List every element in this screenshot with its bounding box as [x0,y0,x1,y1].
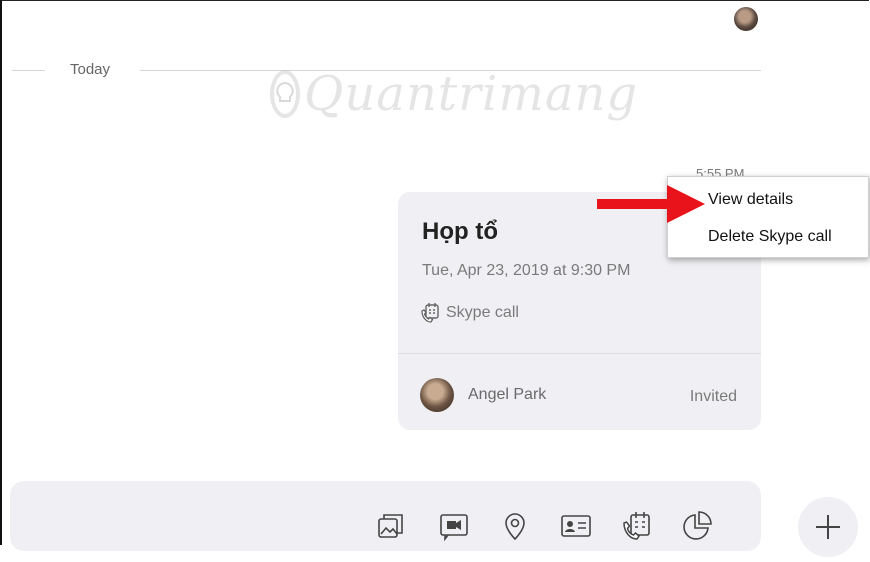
menu-item-delete-skype-call[interactable]: Delete Skype call [708,228,832,246]
contact-card-icon[interactable] [560,510,592,542]
annotation-arrow-icon [597,185,705,223]
attendee-name: Angel Park [468,386,547,403]
date-divider-label: Today [70,61,111,78]
card-divider [398,353,761,354]
location-icon[interactable] [499,510,531,542]
date-divider-line-left [12,70,45,71]
attendee-row[interactable]: Angel Park [420,378,546,412]
add-button[interactable] [798,497,858,557]
calendar-phone-icon [421,303,439,323]
lightbulb-icon [270,70,300,118]
schedule-call-icon[interactable] [621,510,653,542]
call-title: Họp tổ [422,218,498,245]
attendee-status: Invited [689,388,737,405]
user-avatar[interactable] [734,7,758,31]
watermark-logo: Quantrimang [270,58,637,130]
poll-icon[interactable] [681,510,713,542]
plus-icon [816,515,840,539]
attendee-avatar [420,378,454,412]
media-gallery-icon[interactable] [376,510,408,542]
call-type-label: Skype call [446,304,519,321]
menu-item-view-details[interactable]: View details [708,191,793,209]
call-type: Skype call [420,302,519,324]
video-message-icon[interactable] [438,510,470,542]
watermark-text: Quantrimang [304,66,639,122]
call-datetime: Tue, Apr 23, 2019 at 9:30 PM [422,262,631,279]
